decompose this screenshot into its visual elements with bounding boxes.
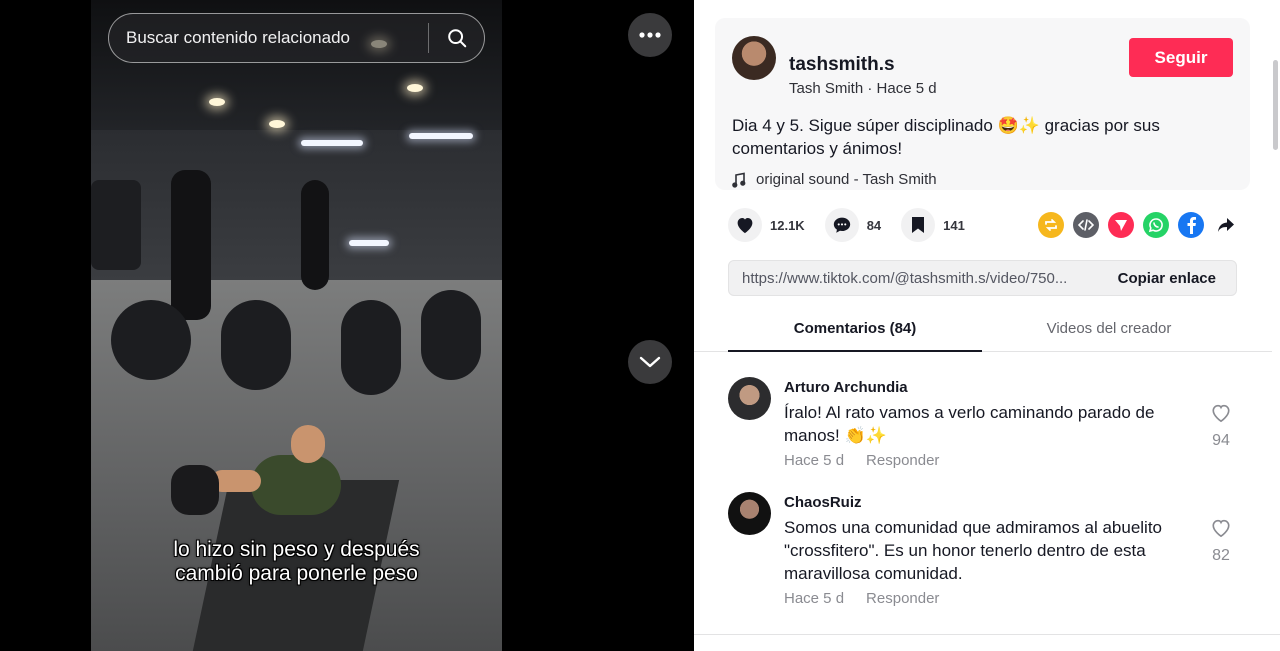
comment-text: Somos una comunidad que admiramos al abu… — [784, 518, 1163, 583]
heart-outline-icon — [1212, 404, 1230, 423]
author-avatar[interactable] — [732, 36, 776, 80]
comment-bubble-icon — [833, 217, 850, 233]
like-stat[interactable]: 12.1K — [728, 208, 805, 242]
video-scene-light — [301, 140, 363, 146]
heart-outline-icon — [1212, 519, 1230, 538]
comment-like-count: 94 — [1212, 432, 1230, 449]
like-count: 12.1K — [770, 217, 805, 233]
comment-time: Hace 5 d — [784, 590, 845, 607]
facebook-share-button[interactable] — [1178, 212, 1204, 238]
follow-button[interactable]: Seguir — [1129, 38, 1233, 77]
video-scene-light — [209, 98, 225, 106]
chevron-down-icon — [639, 356, 661, 368]
comment-button[interactable] — [824, 208, 859, 242]
share-link-url[interactable]: https://www.tiktok.com/@tashsmith.s/vide… — [729, 270, 1108, 287]
video-scene-figure — [171, 170, 211, 320]
video-stage: Buscar contenido relacionado lo hizo sin… — [0, 0, 694, 651]
search-icon — [447, 29, 466, 48]
video-scene-person — [291, 425, 325, 463]
reply-button[interactable]: Responder — [866, 590, 939, 607]
save-button[interactable] — [901, 208, 936, 242]
like-button[interactable] — [728, 208, 762, 242]
whatsapp-icon — [1148, 218, 1163, 233]
comment-count: 84 — [866, 217, 882, 233]
video-scene-machine — [341, 300, 401, 395]
tab-comments[interactable]: Comentarios (84) — [728, 320, 982, 337]
heart-icon — [737, 218, 753, 234]
author-subline: Tash Smith · Hace 5 d — [789, 80, 937, 97]
next-video-button[interactable] — [628, 340, 672, 384]
video-scene-machine — [111, 300, 191, 380]
share-actions — [1038, 212, 1239, 238]
reply-button[interactable]: Responder — [866, 452, 939, 469]
video-scene-figure — [301, 180, 329, 290]
video-scene-person — [251, 455, 341, 515]
search-button[interactable] — [429, 13, 484, 63]
panel-scrollbar[interactable] — [1273, 60, 1278, 150]
details-panel: tashsmith.s Tash Smith · Hace 5 d Seguir… — [694, 0, 1280, 651]
author-username[interactable]: tashsmith.s — [789, 54, 895, 76]
panel-tabs: Comentarios (84) Videos del creador — [694, 310, 1272, 352]
comment-item: Arturo Archundia Íralo! Al rato vamos a … — [728, 377, 1238, 477]
comment-time: Hace 5 d — [784, 452, 845, 469]
repost-button[interactable] — [1038, 212, 1064, 238]
music-note-icon — [732, 172, 746, 188]
share-link-box: https://www.tiktok.com/@tashsmith.s/vide… — [728, 260, 1237, 296]
video-scene-wall — [91, 130, 502, 280]
related-search-placeholder[interactable]: Buscar contenido relacionado — [109, 28, 428, 48]
embed-button[interactable] — [1073, 212, 1099, 238]
comment-stat[interactable]: 84 — [824, 208, 882, 242]
more-share-button[interactable] — [1213, 212, 1239, 238]
video-scene-light — [409, 133, 473, 139]
repost-icon — [1045, 219, 1057, 231]
comment-avatar[interactable] — [728, 377, 771, 420]
engagement-stats: 12.1K 84 141 — [728, 207, 985, 243]
facebook-icon — [1187, 217, 1196, 234]
video-caption-line: cambió para ponerle peso — [175, 562, 418, 585]
comment-like-count: 82 — [1212, 547, 1230, 564]
whatsapp-share-button[interactable] — [1143, 212, 1169, 238]
comment-input-divider — [694, 634, 1280, 635]
save-count: 141 — [943, 217, 965, 233]
send-icon — [1115, 220, 1127, 231]
comment-username[interactable]: Arturo Archundia — [784, 379, 908, 396]
comment-avatar[interactable] — [728, 492, 771, 535]
comment-meta: Hace 5 d Responder — [784, 452, 939, 469]
video-caption: lo hizo sin peso y después cambió para p… — [91, 538, 502, 586]
video-scene-machine — [91, 180, 141, 270]
video-scene-light — [269, 120, 285, 128]
sound-label[interactable]: original sound - Tash Smith — [756, 171, 937, 188]
comment-like[interactable]: 94 — [1206, 403, 1236, 450]
more-dots-icon — [639, 32, 661, 38]
active-tab-indicator — [728, 350, 982, 352]
more-options-button[interactable] — [628, 13, 672, 57]
comment-username[interactable]: ChaosRuiz — [784, 494, 862, 511]
video-description: Dia 4 y 5. Sigue súper disciplinado 🤩✨ g… — [732, 116, 1160, 158]
code-icon — [1078, 219, 1094, 231]
save-stat[interactable]: 141 — [901, 208, 965, 242]
video-scene-machine — [421, 290, 481, 380]
copy-link-button[interactable]: Copiar enlace — [1108, 270, 1236, 287]
author-card: tashsmith.s Tash Smith · Hace 5 d Seguir… — [715, 18, 1250, 190]
comment-item: ChaosRuiz Somos una comunidad que admira… — [728, 492, 1238, 612]
comment-meta: Hace 5 d Responder — [784, 590, 939, 607]
comment-text: Íralo! Al rato vamos a verlo caminando p… — [784, 403, 1155, 445]
video-scene-machine — [221, 300, 291, 390]
share-arrow-icon — [1218, 218, 1234, 232]
bookmark-icon — [912, 217, 925, 233]
video-scene-light — [407, 84, 423, 92]
video-scene-light — [349, 240, 389, 246]
video-caption-line: lo hizo sin peso y después — [173, 538, 420, 561]
video-scene-knee-brace — [171, 465, 219, 515]
tab-creator-videos[interactable]: Videos del creador — [982, 320, 1236, 337]
sound-link[interactable]: original sound - Tash Smith — [732, 171, 937, 188]
related-search-bar[interactable]: Buscar contenido relacionado — [108, 13, 485, 63]
send-to-friends-button[interactable] — [1108, 212, 1134, 238]
comment-like[interactable]: 82 — [1206, 518, 1236, 565]
